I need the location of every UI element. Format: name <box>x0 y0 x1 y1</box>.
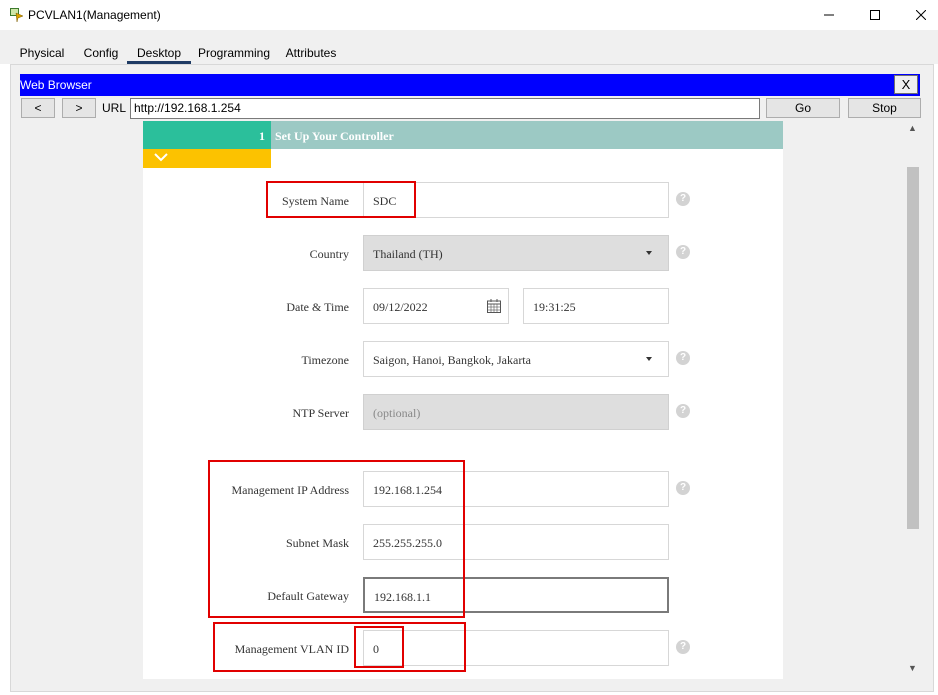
timezone-label: Timezone <box>301 353 349 367</box>
web-browser-titlebar: Web Browser X <box>20 74 920 96</box>
country-label: Country <box>309 247 349 261</box>
timezone-select[interactable]: Saigon, Hanoi, Bangkok, Jakarta <box>363 341 669 377</box>
step-number-box: 1 <box>143 121 271 149</box>
url-input[interactable]: http://192.168.1.254 <box>130 98 760 119</box>
highlight-system-name <box>266 181 416 218</box>
scroll-up-arrow-icon[interactable]: ▲ <box>904 123 921 137</box>
date-value: 09/12/2022 <box>373 300 428 314</box>
management-vlan-help-icon[interactable]: ? <box>676 640 690 654</box>
forward-button[interactable]: > <box>62 98 96 118</box>
web-browser-title: Web Browser <box>20 78 92 92</box>
timezone-help-icon[interactable]: ? <box>676 351 690 365</box>
vertical-scrollbar[interactable]: ▲ ▼ <box>904 121 921 679</box>
caret-down-icon <box>646 251 652 255</box>
management-ip-help-icon[interactable]: ? <box>676 481 690 495</box>
calendar-icon[interactable] <box>486 298 502 314</box>
web-browser-close-button[interactable]: X <box>894 75 918 94</box>
step-title: Set Up Your Controller <box>275 129 394 143</box>
tab-programming[interactable]: Programming <box>197 42 271 64</box>
packet-tracer-pc-icon <box>10 8 24 23</box>
window-title: PCVLAN1(Management) <box>28 8 161 22</box>
chevron-down-icon <box>154 153 168 162</box>
minimize-icon <box>824 14 834 16</box>
country-select[interactable]: Thailand (TH) <box>363 235 669 271</box>
ntp-server-help-icon[interactable]: ? <box>676 404 690 418</box>
tab-physical[interactable]: Physical <box>14 42 70 64</box>
close-window-button[interactable] <box>898 0 938 30</box>
back-button[interactable]: < <box>21 98 55 118</box>
country-help-icon[interactable]: ? <box>676 245 690 259</box>
date-input[interactable]: 09/12/2022 <box>363 288 509 324</box>
go-button[interactable]: Go <box>766 98 840 118</box>
minimize-button[interactable] <box>806 0 852 30</box>
caret-down-icon <box>646 357 652 361</box>
wizard-step-bar: 1 Set Up Your Controller <box>143 121 783 149</box>
ntp-server-input[interactable]: (optional) <box>363 394 669 430</box>
step-expand-toggle[interactable] <box>143 149 271 168</box>
date-time-label: Date & Time <box>286 300 349 314</box>
highlight-ip-settings <box>208 460 465 618</box>
stop-button[interactable]: Stop <box>848 98 921 118</box>
system-name-help-icon[interactable]: ? <box>676 192 690 206</box>
window-titlebar: PCVLAN1(Management) <box>0 0 938 30</box>
country-value: Thailand (TH) <box>373 247 443 261</box>
ntp-server-label: NTP Server <box>292 406 349 420</box>
close-icon <box>916 10 926 20</box>
step-number: 1 <box>259 129 265 143</box>
maximize-icon <box>870 10 880 20</box>
scroll-down-arrow-icon[interactable]: ▼ <box>904 663 921 677</box>
timezone-value: Saigon, Hanoi, Bangkok, Jakarta <box>373 353 531 367</box>
tab-config[interactable]: Config <box>78 42 124 64</box>
tab-attributes[interactable]: Attributes <box>280 42 342 64</box>
scroll-thumb[interactable] <box>907 167 919 529</box>
highlight-vlan-row <box>213 622 466 672</box>
ntp-server-placeholder: (optional) <box>373 406 421 420</box>
highlight-vlan-value <box>354 626 404 668</box>
tab-desktop[interactable]: Desktop <box>127 42 191 64</box>
time-input[interactable]: 19:31:25 <box>523 288 669 324</box>
url-label: URL <box>102 101 127 115</box>
device-tabs: Physical Config Desktop Programming Attr… <box>0 30 938 64</box>
maximize-button[interactable] <box>852 0 898 30</box>
